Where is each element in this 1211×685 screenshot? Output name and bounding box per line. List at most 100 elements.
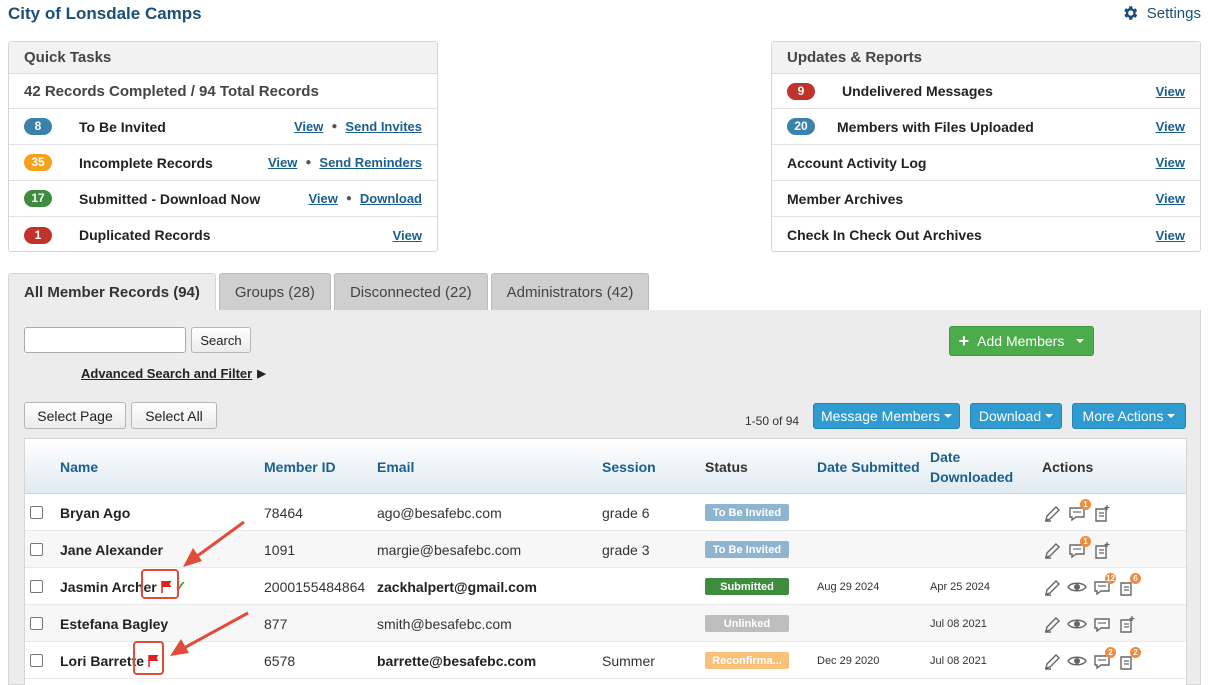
task-label: Incomplete Records xyxy=(79,154,213,171)
count-badge: 8 xyxy=(24,118,52,135)
view-link[interactable]: View xyxy=(268,155,297,170)
eye-icon[interactable] xyxy=(1066,650,1088,672)
update-row-checkin-archives: Check In Check Out Archives View xyxy=(772,217,1200,253)
add-members-button[interactable]: + Add Members xyxy=(949,326,1094,356)
view-link[interactable]: View xyxy=(1156,228,1185,243)
records-panel: Search Advanced Search and Filter ▶ + Ad… xyxy=(8,310,1201,685)
member-name[interactable]: Jasmin Archer xyxy=(60,579,157,595)
row-actions xyxy=(1041,605,1138,642)
tab-disconnected[interactable]: Disconnected (22) xyxy=(333,273,488,311)
download-link[interactable]: Download xyxy=(360,191,422,206)
column-header-session[interactable]: Session xyxy=(602,439,656,494)
column-header-member-id[interactable]: Member ID xyxy=(264,439,336,494)
tab-groups[interactable]: Groups (28) xyxy=(218,273,331,311)
member-id: 2000155484864 xyxy=(264,578,366,595)
row-checkbox[interactable] xyxy=(30,506,43,519)
column-header-email[interactable]: Email xyxy=(377,439,414,494)
member-id: 877 xyxy=(264,615,288,632)
search-button[interactable]: Search xyxy=(191,327,251,353)
row-checkbox[interactable] xyxy=(30,543,43,556)
count-badge: 1 xyxy=(24,226,52,244)
column-header-date-downloaded[interactable]: Date Downloaded xyxy=(930,439,1013,494)
edit-pencil-icon[interactable] xyxy=(1041,576,1063,598)
update-label: Members with Files Uploaded xyxy=(837,118,1034,135)
select-page-button[interactable]: Select Page xyxy=(24,402,126,429)
tab-administrators[interactable]: Administrators (42) xyxy=(490,273,650,311)
view-link[interactable]: View xyxy=(1156,84,1185,99)
message-count: 1 xyxy=(1080,498,1091,510)
tab-all-member-records[interactable]: All Member Records (94) xyxy=(8,273,216,311)
file-icon[interactable]: 6 xyxy=(1116,572,1141,598)
edit-pencil-icon[interactable] xyxy=(1041,502,1063,524)
more-actions-label: More Actions xyxy=(1082,408,1164,424)
message-icon[interactable]: 1 xyxy=(1066,498,1091,524)
table-body: Bryan Ago 78464 ago@besafebc.com grade 6… xyxy=(25,494,1186,679)
edit-pencil-icon[interactable] xyxy=(1041,539,1063,561)
select-all-button[interactable]: Select All xyxy=(131,402,217,429)
add-members-label: Add Members xyxy=(977,333,1065,349)
update-row-undelivered: 9 Undelivered Messages View xyxy=(772,74,1200,109)
triangle-right-icon: ▶ xyxy=(257,368,266,380)
eye-icon[interactable] xyxy=(1066,576,1088,598)
eye-icon[interactable] xyxy=(1066,613,1088,635)
member-session: Summer xyxy=(602,652,655,669)
edit-pencil-icon[interactable] xyxy=(1041,613,1063,635)
member-name[interactable]: Estefana Bagley xyxy=(60,605,168,642)
advanced-search-link[interactable]: Advanced Search and Filter xyxy=(81,366,252,381)
add-file-icon[interactable] xyxy=(1116,613,1138,635)
app-title: City of Lonsdale Camps xyxy=(8,4,202,23)
column-header-date-submitted[interactable]: Date Submitted xyxy=(817,439,920,494)
add-file-icon[interactable] xyxy=(1091,539,1113,561)
add-file-icon[interactable] xyxy=(1091,502,1113,524)
records-tabs: All Member Records (94) Groups (28) Disc… xyxy=(8,273,650,311)
message-icon[interactable]: 12 xyxy=(1091,572,1116,598)
quick-tasks-panel: Quick Tasks 42 Records Completed / 94 To… xyxy=(8,41,438,252)
edit-pencil-icon[interactable] xyxy=(1041,650,1063,672)
status-badge: Submitted xyxy=(705,578,789,595)
separator-dot: ● xyxy=(345,193,352,204)
advanced-search-toggle[interactable]: Advanced Search and Filter ▶ xyxy=(81,366,266,381)
date-submitted: Aug 29 2024 xyxy=(817,580,880,593)
update-label: Member Archives xyxy=(787,190,904,207)
task-label: Submitted - Download Now xyxy=(79,190,261,207)
column-header-name[interactable]: Name xyxy=(60,439,98,494)
view-link[interactable]: View xyxy=(1156,119,1185,134)
records-summary: 42 Records Completed / 94 Total Records xyxy=(9,74,437,109)
member-name[interactable]: Jane Alexander xyxy=(60,531,163,568)
download-button[interactable]: Download xyxy=(970,403,1062,429)
gear-icon xyxy=(1124,6,1137,20)
message-icon[interactable]: 1 xyxy=(1066,535,1091,561)
send-reminders-link[interactable]: Send Reminders xyxy=(319,155,422,170)
flag-icon[interactable] xyxy=(161,580,173,593)
row-actions: 1 xyxy=(1041,494,1113,531)
count-badge: 35 xyxy=(24,154,52,171)
message-members-button[interactable]: Message Members xyxy=(813,403,960,429)
update-label: Account Activity Log xyxy=(787,154,927,171)
member-email: ago@besafebc.com xyxy=(377,504,502,521)
member-name[interactable]: Lori Barrette xyxy=(60,653,144,669)
view-link[interactable]: View xyxy=(393,228,422,243)
view-link[interactable]: View xyxy=(1156,155,1185,170)
update-row-files: 20 Members with Files Uploaded View xyxy=(772,109,1200,145)
view-link[interactable]: View xyxy=(1156,191,1185,206)
settings-link[interactable]: Settings xyxy=(1121,4,1201,22)
search-input[interactable] xyxy=(24,327,186,353)
message-icon[interactable] xyxy=(1091,613,1113,635)
member-name[interactable]: Bryan Ago xyxy=(60,494,130,531)
member-id: 1091 xyxy=(264,541,296,558)
file-icon[interactable]: 2 xyxy=(1116,646,1141,672)
view-link[interactable]: View xyxy=(294,119,323,134)
task-label: Duplicated Records xyxy=(79,227,211,243)
send-invites-link[interactable]: Send Invites xyxy=(345,119,422,134)
view-link[interactable]: View xyxy=(308,191,337,206)
row-checkbox[interactable] xyxy=(30,580,43,593)
row-checkbox[interactable] xyxy=(30,617,43,630)
row-checkbox[interactable] xyxy=(30,654,43,667)
table-row: Estefana Bagley 877 smith@besafebc.com U… xyxy=(25,605,1186,642)
flag-icon[interactable] xyxy=(148,654,160,667)
task-row-submitted: 17 Submitted - Download Now View ● Downl… xyxy=(9,181,437,217)
message-icon[interactable]: 2 xyxy=(1091,646,1116,672)
settings-label: Settings xyxy=(1146,4,1201,22)
more-actions-button[interactable]: More Actions xyxy=(1072,403,1186,429)
header-line-1: Date xyxy=(930,448,961,465)
